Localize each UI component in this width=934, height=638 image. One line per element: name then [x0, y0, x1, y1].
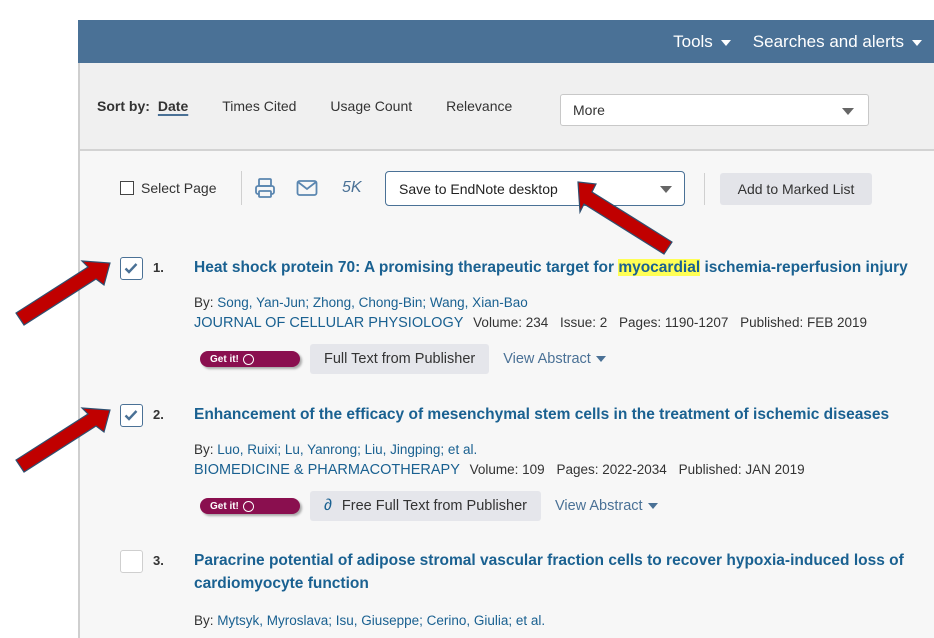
by-label: By: — [194, 442, 214, 457]
searches-alerts-menu[interactable]: Searches and alerts — [753, 32, 922, 52]
record-checkbox[interactable] — [120, 257, 143, 280]
more-sort-select[interactable]: More — [560, 94, 869, 126]
record-number: 2. — [153, 407, 164, 422]
free-full-text-button[interactable]: ∂ Free Full Text from Publisher — [310, 491, 541, 521]
toolbar-divider — [704, 173, 705, 205]
get-it-button[interactable]: Get it! — [200, 498, 300, 514]
caret-down-icon — [660, 186, 672, 193]
results-panel: Sort by: Date Times Cited Usage Count Re… — [78, 63, 934, 638]
select-page-label[interactable]: Select Page — [141, 180, 217, 196]
sort-option-usage-count[interactable]: Usage Count — [330, 98, 412, 114]
view-abstract-label: View Abstract — [554, 498, 643, 514]
record-number: 3. — [153, 553, 164, 568]
volume: Volume: 234 — [473, 315, 549, 330]
author-links[interactable]: Luo, Ruixi; Lu, Yanrong; Liu, Jingping; … — [217, 442, 477, 457]
caret-down-icon — [647, 503, 658, 509]
karolinska-seal-icon — [242, 500, 254, 512]
full-text-label: Full Text from Publisher — [324, 351, 476, 367]
record-title-text: Enhancement of the efficacy of mesenchym… — [194, 406, 890, 423]
record-actions: Get it! Full Text from Publisher View Ab… — [194, 344, 606, 374]
full-text-label: Free Full Text from Publisher — [341, 498, 527, 514]
caret-down-icon — [912, 40, 922, 46]
record-title-link[interactable]: Heat shock protein 70: A promising thera… — [194, 256, 934, 279]
published-date: Published: FEB 2019 — [740, 315, 867, 330]
record-source: BIOMEDICINE & PHARMACOTHERAPY Volume: 10… — [194, 462, 813, 478]
get-it-label: Get it! — [210, 500, 239, 512]
toolbar-divider — [241, 171, 242, 205]
results-toolbar: Select Page 5K Save to EndNote desktop A… — [80, 163, 934, 213]
get-it-label: Get it! — [210, 353, 239, 365]
journal-link[interactable]: JOURNAL OF CELLULAR PHYSIOLOGY — [194, 315, 463, 331]
view-abstract-toggle[interactable]: View Abstract — [503, 351, 606, 367]
sort-option-date[interactable]: Date — [158, 98, 188, 114]
pages: Pages: 2022-2034 — [556, 462, 667, 477]
open-access-icon: ∂ — [324, 497, 332, 514]
sort-bar: Sort by: Date Times Cited Usage Count Re… — [80, 63, 934, 151]
journal-link[interactable]: BIOMEDICINE & PHARMACOTHERAPY — [194, 462, 460, 478]
record-title-text: cardiomyocyte function — [194, 575, 369, 592]
caret-down-icon — [842, 108, 854, 115]
top-navigation-bar: Tools Searches and alerts — [78, 20, 934, 63]
view-abstract-toggle[interactable]: View Abstract — [555, 498, 658, 514]
tools-menu[interactable]: Tools — [673, 32, 731, 52]
author-links[interactable]: Mytsyk, Myroslava; Isu, Giuseppe; Cerino… — [217, 613, 545, 628]
checkmark-icon — [124, 410, 138, 421]
by-label: By: — [194, 613, 214, 628]
save-to-endnote-select-value: Save to EndNote desktop — [399, 180, 558, 197]
envelope-icon[interactable] — [296, 179, 318, 200]
caret-down-icon — [720, 40, 731, 46]
select-page-checkbox[interactable] — [120, 181, 134, 195]
get-it-button[interactable]: Get it! — [200, 351, 300, 367]
volume: Volume: 109 — [469, 462, 545, 477]
sort-option-times-cited[interactable]: Times Cited — [222, 98, 296, 114]
published-date: Published: JAN 2019 — [678, 462, 805, 477]
caret-down-icon — [595, 356, 606, 362]
record-authors: By: Song, Yan-Jun; Zhong, Chong-Bin; Wan… — [194, 295, 528, 310]
author-links[interactable]: Song, Yan-Jun; Zhong, Chong-Bin; Wang, X… — [217, 295, 527, 310]
record-title-text: ischemia-reperfusion injury — [700, 259, 908, 276]
searches-alerts-menu-label: Searches and alerts — [752, 31, 904, 51]
export-count-button[interactable]: 5K — [342, 179, 362, 197]
tools-menu-label: Tools — [673, 31, 713, 51]
record-source: JOURNAL OF CELLULAR PHYSIOLOGY Volume: 2… — [194, 315, 875, 331]
pages: Pages: 1190-1207 — [619, 315, 729, 330]
record-title-link[interactable]: Enhancement of the efficacy of mesenchym… — [194, 403, 934, 426]
by-label: By: — [194, 295, 214, 310]
full-text-button[interactable]: Full Text from Publisher — [310, 344, 490, 374]
printer-icon[interactable] — [254, 177, 276, 202]
record-number: 1. — [153, 260, 164, 275]
view-abstract-label: View Abstract — [503, 351, 591, 367]
record-title-text: Paracrine potential of adipose stromal v… — [194, 552, 904, 569]
record-title-text: Heat shock protein 70: A promising thera… — [194, 259, 619, 276]
issue: Issue: 2 — [560, 315, 608, 330]
checkmark-icon — [124, 263, 138, 274]
karolinska-seal-icon — [242, 353, 254, 365]
sort-option-relevance[interactable]: Relevance — [446, 98, 512, 114]
record-checkbox[interactable] — [120, 550, 143, 573]
record-authors: By: Mytsyk, Myroslava; Isu, Giuseppe; Ce… — [194, 613, 545, 628]
record-actions: Get it! ∂ Free Full Text from Publisher … — [194, 491, 658, 521]
add-to-marked-list-button[interactable]: Add to Marked List — [720, 173, 872, 205]
record-title-link[interactable]: Paracrine potential of adipose stromal v… — [194, 549, 934, 595]
sort-label: Sort by: — [97, 98, 150, 114]
record-checkbox[interactable] — [120, 404, 143, 427]
record-authors: By: Luo, Ruixi; Lu, Yanrong; Liu, Jingpi… — [194, 442, 477, 457]
save-to-endnote-select[interactable]: Save to EndNote desktop — [385, 171, 685, 206]
search-term-highlight: myocardial — [618, 259, 701, 276]
more-sort-select-value: More — [573, 102, 605, 118]
